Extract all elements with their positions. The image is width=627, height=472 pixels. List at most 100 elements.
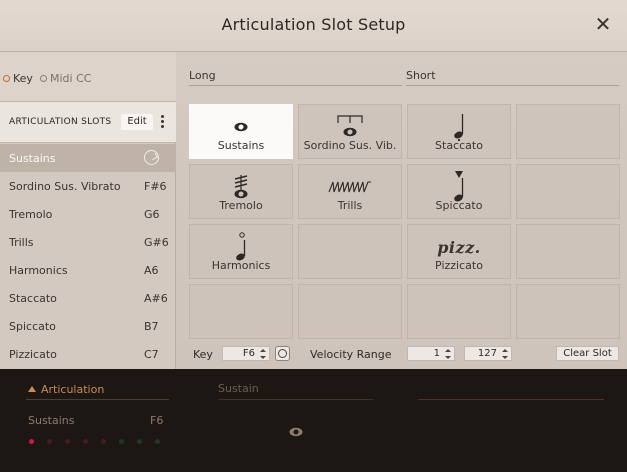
slot-name: Harmonics	[9, 264, 68, 277]
cell-label: Sordino Sus. Vib.	[303, 139, 397, 152]
led-indicator	[155, 439, 160, 444]
mode-selector: Key Midi CC	[0, 52, 176, 102]
slot-item-sustains[interactable]: Sustains	[0, 144, 176, 172]
cell-staccato[interactable]: Staccato	[407, 104, 511, 159]
led-indicator	[29, 439, 34, 444]
key-value: F6	[242, 348, 255, 359]
cell-label: Tremolo	[219, 199, 263, 212]
slots-header: ARTICULATION SLOTS Edit	[0, 102, 176, 143]
slot-name: Trills	[9, 236, 34, 249]
current-articulation-key: F6	[150, 414, 164, 427]
current-articulation-name[interactable]: Sustains	[28, 414, 75, 427]
slot-item-tremolo[interactable]: Tremolo G6	[0, 200, 176, 228]
slot-item-trills[interactable]: Trills G#6	[0, 228, 176, 256]
radio-midi-cc-label: Midi CC	[50, 72, 92, 85]
radio-key[interactable]: Key	[3, 72, 33, 85]
cell-harmonics[interactable]: Harmonics	[189, 224, 293, 279]
slot-key: G6	[144, 208, 160, 221]
slot-item-spiccato[interactable]: Spiccato B7	[0, 312, 176, 340]
midi-learn-icon[interactable]	[275, 346, 290, 361]
slot-name: Spiccato	[9, 320, 56, 333]
cell-empty[interactable]	[298, 284, 402, 339]
cell-empty[interactable]	[407, 284, 511, 339]
key-label: Key	[193, 348, 213, 361]
slot-key: G#6	[144, 236, 169, 249]
sordino-notehead-icon	[299, 113, 401, 141]
divider	[418, 399, 604, 400]
cell-trills[interactable]: Trills	[298, 164, 402, 219]
key-select[interactable]: F6	[222, 346, 270, 361]
slot-name: Sordino Sus. Vibrato	[9, 180, 121, 193]
divider	[26, 399, 169, 400]
cell-tremolo[interactable]: Tremolo	[189, 164, 293, 219]
trill-wave-icon	[299, 173, 401, 201]
short-column-label: Short	[406, 69, 619, 86]
articulation-tab-label: Articulation	[41, 383, 105, 396]
radio-dot-icon	[3, 75, 10, 82]
dialog-title: Articulation Slot Setup	[221, 15, 406, 34]
title-bar: Articulation Slot Setup ✕	[0, 0, 627, 52]
slot-item-staccato[interactable]: Staccato A#6	[0, 284, 176, 312]
spiccato-note-icon	[408, 171, 510, 202]
cell-empty[interactable]	[516, 224, 620, 279]
slots-panel: Key Midi CC ARTICULATION SLOTS Edit Sust…	[0, 52, 176, 369]
cell-empty[interactable]	[516, 284, 620, 339]
cell-label: Sustains	[217, 139, 265, 152]
cell-sustains[interactable]: Sustains	[189, 104, 293, 159]
velocity-min-select[interactable]: 1	[407, 346, 455, 361]
edit-button[interactable]: Edit	[121, 114, 153, 130]
slot-footer: Key F6 Velocity Range 1 127 Clear Slot	[177, 341, 627, 367]
sustain-notehead-icon	[288, 423, 304, 442]
led-indicator	[65, 439, 70, 444]
staccato-note-icon	[408, 113, 510, 141]
clear-slot-button[interactable]: Clear Slot	[556, 346, 619, 361]
slot-key: A#6	[144, 292, 168, 305]
more-menu-icon[interactable]	[159, 114, 165, 130]
slot-name: Tremolo	[9, 208, 53, 221]
selected-check-icon	[144, 150, 159, 165]
slot-item-harmonics[interactable]: Harmonics A6	[0, 256, 176, 284]
cell-label: Staccato	[435, 139, 483, 152]
cell-empty[interactable]	[298, 224, 402, 279]
articulation-grid-panel: Long Short Sustains Sordino Sus. Vib. St…	[177, 52, 627, 369]
slot-key: B7	[144, 320, 159, 333]
long-column-label: Long	[189, 69, 402, 86]
spinner-arrows-icon	[445, 349, 451, 359]
slot-list: Sustains Sordino Sus. Vibrato F#6 Tremol…	[0, 144, 176, 368]
slot-name: Pizzicato	[9, 348, 57, 361]
divider	[218, 399, 373, 400]
articulation-slot-setup-dialog: Articulation Slot Setup ✕ Key Midi CC AR…	[0, 0, 627, 369]
led-indicator	[47, 439, 52, 444]
sustain-label: Sustain	[218, 382, 259, 395]
velocity-max-select[interactable]: 127	[464, 346, 512, 361]
cell-label: Pizzicato	[435, 259, 483, 272]
cell-empty[interactable]	[189, 284, 293, 339]
cell-pizzicato[interactable]: pizz. Pizzicato	[407, 224, 511, 279]
cell-label: Trills	[337, 199, 363, 212]
cell-spiccato[interactable]: Spiccato	[407, 164, 511, 219]
radio-midi-cc[interactable]: Midi CC	[40, 72, 91, 85]
cell-sordino[interactable]: Sordino Sus. Vib.	[298, 104, 402, 159]
slot-key: F#6	[144, 180, 167, 193]
triangle-up-icon	[28, 386, 36, 392]
velocity-range-label: Velocity Range	[310, 348, 392, 361]
led-indicator	[83, 439, 88, 444]
cell-empty[interactable]	[516, 164, 620, 219]
cell-empty[interactable]	[516, 104, 620, 159]
cell-label: Harmonics	[211, 259, 271, 272]
slot-item-pizzicato[interactable]: Pizzicato C7	[0, 340, 176, 368]
slot-name: Staccato	[9, 292, 57, 305]
spinner-arrows-icon	[502, 349, 508, 359]
led-indicator	[119, 439, 124, 444]
slot-key: A6	[144, 264, 159, 277]
articulation-tab[interactable]: Articulation	[28, 383, 104, 396]
slot-item-sordino[interactable]: Sordino Sus. Vibrato F#6	[0, 172, 176, 200]
close-icon[interactable]: ✕	[593, 14, 613, 34]
spinner-arrows-icon	[260, 349, 266, 359]
pizz-text: pizz.	[437, 237, 481, 257]
radio-dot-icon	[40, 75, 47, 82]
radio-key-label: Key	[13, 72, 33, 85]
articulation-bottom-bar: Articulation Sustains F6 Sustain	[0, 369, 627, 472]
velocity-min-value: 1	[433, 348, 440, 359]
pizz-text-icon: pizz.	[408, 233, 510, 261]
